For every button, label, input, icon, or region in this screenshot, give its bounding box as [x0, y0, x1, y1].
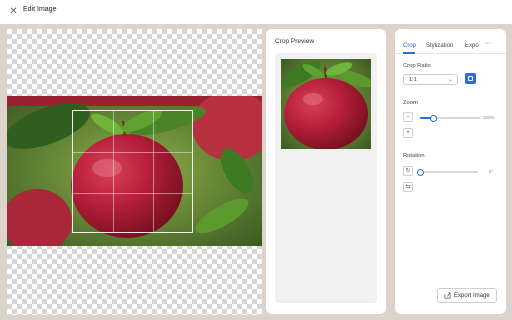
rotation-label: Rotation — [403, 153, 425, 159]
zoom-value: 100% — [483, 115, 495, 120]
top-bar: ✕ Edit Image — [0, 0, 512, 24]
export-image-button[interactable]: Export Image — [437, 288, 497, 303]
tab-active-indicator — [403, 52, 415, 54]
preview-image — [281, 59, 371, 149]
zoom-label: Zoom — [403, 100, 418, 106]
tab-stylization[interactable]: Stylization — [426, 43, 453, 49]
crop-ratio-value: 1:1 — [409, 77, 417, 83]
crop-ratio-label: Crop Ratio — [403, 63, 431, 69]
more-icon[interactable]: ··· — [484, 40, 491, 47]
tab-bar: Crop Stylization Expor ··· — [395, 29, 506, 54]
app-title: Edit Image — [23, 6, 57, 13]
preview-area — [275, 53, 377, 303]
close-icon[interactable]: ✕ — [9, 7, 18, 17]
crop-preview-panel: Crop Preview — [266, 29, 386, 314]
rotate-right-icon[interactable]: ↻ — [403, 166, 413, 176]
image-canvas[interactable] — [7, 29, 262, 315]
export-image-label: Export Image — [454, 293, 490, 299]
zoom-slider-thumb[interactable] — [429, 114, 437, 122]
export-icon — [444, 292, 451, 299]
aspect-square-icon[interactable] — [465, 73, 476, 84]
settings-panel: Crop Stylization Expor ··· Crop Ratio 1:… — [395, 29, 506, 314]
rotation-value: 0° — [489, 169, 494, 174]
preview-title: Crop Preview — [275, 38, 315, 45]
zoom-in-icon[interactable]: + — [403, 128, 413, 138]
chevron-down-icon: ⌄ — [447, 77, 453, 83]
tab-export[interactable]: Expor — [465, 43, 479, 49]
flip-icon[interactable]: ⇆ — [403, 182, 413, 192]
zoom-out-icon[interactable]: − — [403, 112, 413, 122]
tab-crop[interactable]: Crop — [403, 43, 416, 49]
crop-box[interactable] — [72, 110, 193, 233]
zoom-slider[interactable] — [420, 114, 480, 122]
rotation-slider-thumb[interactable] — [416, 168, 424, 176]
crop-ratio-select[interactable]: 1:1 ⌄ — [403, 74, 458, 85]
rotation-slider[interactable] — [416, 168, 478, 176]
